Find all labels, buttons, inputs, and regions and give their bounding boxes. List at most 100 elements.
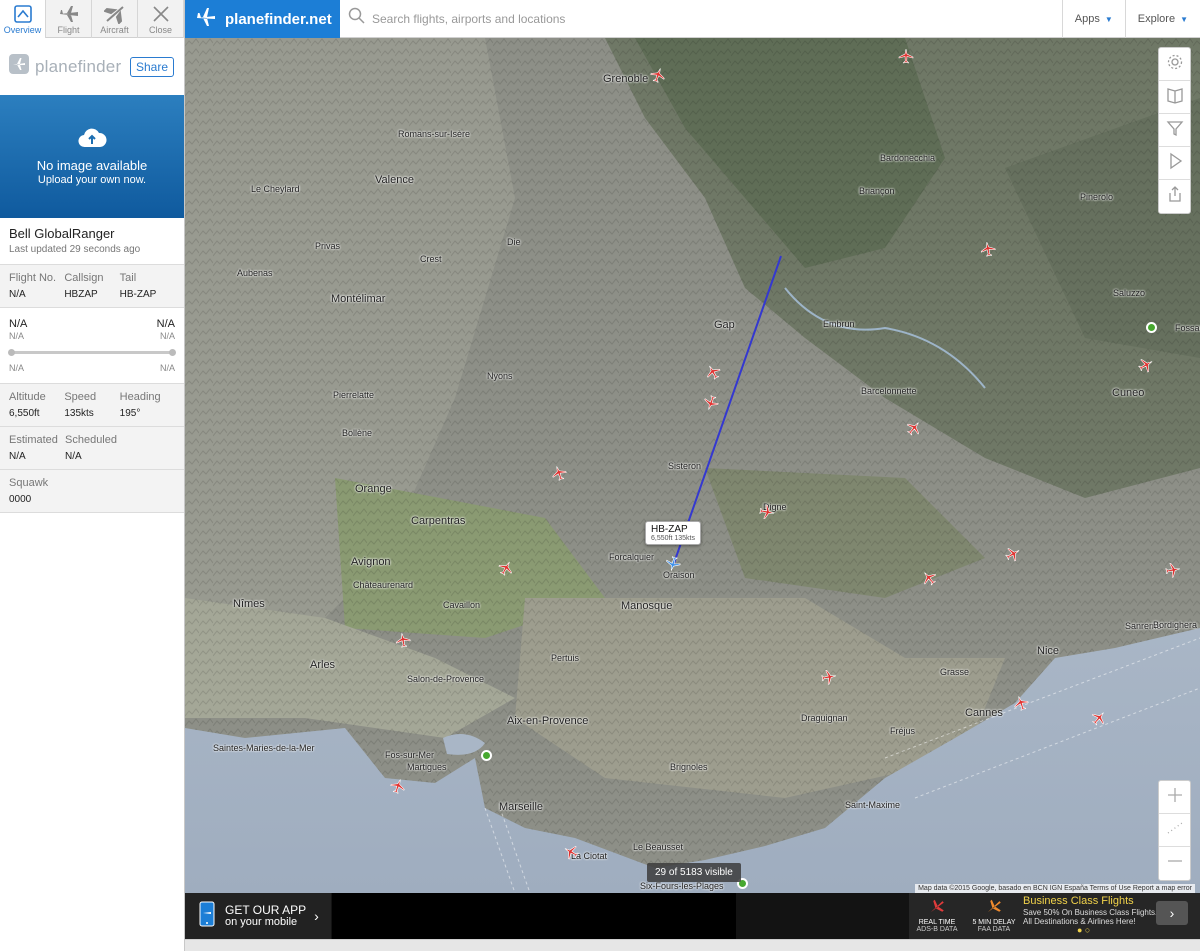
speed-cell: Speed 135kts bbox=[64, 391, 119, 419]
map-place-label: Saintes-Maries-de-la-Mer bbox=[213, 743, 315, 753]
real-time-label: REAL TIME bbox=[918, 919, 956, 926]
aircraft-marker-icon[interactable] bbox=[898, 48, 914, 64]
origin-code: N/A bbox=[9, 318, 28, 330]
map-place-label: Carpentras bbox=[411, 515, 466, 527]
ad-slot bbox=[332, 893, 736, 939]
delay-label: 5 MIN DELAY bbox=[972, 919, 1016, 926]
map-place-label: Gap bbox=[714, 319, 735, 331]
settings-button[interactable] bbox=[1159, 48, 1190, 81]
zoom-in-button[interactable] bbox=[1159, 781, 1190, 814]
top-header: planefinder.net Search flights, airports… bbox=[185, 0, 1200, 38]
tab-flight[interactable]: Flight bbox=[46, 0, 92, 38]
aircraft-image-placeholder[interactable]: No image available Upload your own now. bbox=[0, 95, 184, 218]
tab-close[interactable]: Close bbox=[138, 0, 184, 38]
zoom-out-button[interactable] bbox=[1159, 847, 1190, 880]
aircraft-marker-icon[interactable] bbox=[394, 631, 413, 650]
squawk-section: Squawk 0000 bbox=[0, 469, 184, 513]
map-place-label: Grasse bbox=[940, 667, 970, 677]
aircraft-marker-icon[interactable] bbox=[1164, 561, 1183, 580]
estimated-value: N/A bbox=[9, 451, 26, 462]
minus-icon bbox=[1166, 852, 1184, 875]
business-class-ad[interactable]: REAL TIME ADS-B DATA 5 MIN DELAY FAA DAT… bbox=[909, 893, 1200, 939]
ad-next-button[interactable]: › bbox=[1156, 901, 1188, 925]
book-icon bbox=[1166, 86, 1184, 109]
tail-cell: Tail HB-ZAP bbox=[120, 272, 175, 300]
get-app-title: GET OUR APP bbox=[225, 903, 307, 917]
playback-button[interactable] bbox=[1159, 147, 1190, 180]
map-place-label: Crest bbox=[420, 254, 442, 264]
id-section: Flight No. N/A Callsign HBZAP Tail HB-ZAP bbox=[0, 264, 184, 307]
tab-aircraft[interactable]: Aircraft bbox=[92, 0, 138, 38]
aircraft-marker-icon[interactable] bbox=[979, 240, 998, 259]
aircraft-marker-icon[interactable] bbox=[820, 668, 839, 687]
plane-red-icon bbox=[927, 899, 947, 919]
altitude-label: Altitude bbox=[9, 391, 46, 403]
map-place-label: Châteaurenard bbox=[353, 580, 414, 590]
real-time-badge: REAL TIME ADS-B DATA bbox=[909, 897, 965, 933]
flight-no-value: N/A bbox=[9, 289, 26, 300]
map-place-label: Valence bbox=[375, 174, 414, 186]
search-bar[interactable]: Search flights, airports and locations bbox=[340, 0, 1062, 37]
chevron-down-icon: ▼ bbox=[1180, 14, 1188, 24]
share-icon bbox=[1166, 185, 1184, 208]
times-section: Estimated N/A Scheduled N/A bbox=[0, 426, 184, 469]
map-place-label: Romans-sur-Isère bbox=[398, 129, 471, 139]
airport-marker-icon[interactable] bbox=[1146, 322, 1157, 333]
estimated-cell: Estimated N/A bbox=[9, 434, 65, 462]
share-button[interactable]: Share bbox=[129, 57, 174, 77]
aircraft-marker-icon[interactable] bbox=[758, 503, 777, 522]
map-place-label: Fos-sur-Mer bbox=[385, 750, 434, 760]
map-place-label: Cavaillon bbox=[443, 600, 481, 610]
map-place-label: Brignoles bbox=[670, 762, 708, 772]
upload-link[interactable]: Upload your own now. bbox=[38, 174, 146, 186]
squawk-label: Squawk bbox=[9, 477, 49, 489]
ad-title: Business Class Flights bbox=[1023, 895, 1134, 907]
filter-button[interactable] bbox=[1159, 114, 1190, 147]
map-place-label: Cannes bbox=[965, 707, 1003, 719]
selected-flight-label[interactable]: HB-ZAP 6,550ft 135kts bbox=[645, 521, 701, 545]
search-input[interactable]: Search flights, airports and locations bbox=[372, 12, 565, 26]
map-place-label: Cuneo bbox=[1112, 387, 1145, 399]
tab-overview[interactable]: Overview bbox=[0, 0, 46, 38]
map-layers-button[interactable] bbox=[1159, 81, 1190, 114]
tab-flight-label: Flight bbox=[57, 25, 80, 35]
overview-icon bbox=[10, 3, 36, 25]
explore-menu[interactable]: Explore ▼ bbox=[1124, 0, 1200, 38]
map-place-label: Pierrelatte bbox=[333, 390, 375, 400]
aircraft-icon bbox=[102, 3, 128, 25]
map-place-label: Fréjus bbox=[890, 726, 916, 736]
planefinder-home-link[interactable]: planefinder.net bbox=[185, 0, 340, 38]
tab-aircraft-label: Aircraft bbox=[100, 25, 129, 35]
planefinder-logo-icon bbox=[9, 54, 29, 79]
altitude-cell: Altitude 6,550ft bbox=[9, 391, 64, 419]
zoom-slider[interactable] bbox=[1159, 814, 1190, 847]
map-place-label: Manosque bbox=[621, 600, 673, 612]
map-place-label: Fossano bbox=[1175, 323, 1200, 333]
delay-badge: 5 MIN DELAY FAA DATA bbox=[966, 897, 1022, 933]
map-place-label: Briançon bbox=[859, 186, 895, 196]
map-place-label: Embrun bbox=[823, 319, 855, 329]
carousel-dots[interactable]: ● ○ bbox=[1077, 925, 1090, 935]
share-map-button[interactable] bbox=[1159, 180, 1190, 213]
destination-dot bbox=[169, 349, 176, 356]
map-attribution[interactable]: Map data ©2015 Google, basado en BCN IGN… bbox=[915, 884, 1195, 893]
performance-section: Altitude 6,550ft Speed 135kts Heading 195° bbox=[0, 383, 184, 426]
destination-time: N/A bbox=[159, 363, 175, 373]
get-app-banner[interactable]: GET OUR APP on your mobile › bbox=[185, 893, 331, 939]
airport-marker-icon[interactable] bbox=[481, 750, 492, 761]
bottom-ad-bar: GET OUR APP on your mobile › REAL TIME AD… bbox=[185, 893, 1200, 939]
callsign-value: HBZAP bbox=[64, 289, 98, 300]
flight-map[interactable]: Grenoble Valence Romans-sur-Isère Le Cheyla… bbox=[185, 38, 1200, 893]
visible-count: 29 of 5183 visible bbox=[647, 863, 741, 882]
flight-no-cell: Flight No. N/A bbox=[9, 272, 64, 300]
apps-menu[interactable]: Apps ▼ bbox=[1061, 0, 1125, 38]
scheduled-value: N/A bbox=[65, 451, 82, 462]
speed-label: Speed bbox=[64, 391, 97, 403]
map-place-label: Montélimar bbox=[331, 293, 386, 305]
map-place-label: Nyons bbox=[487, 371, 513, 381]
tab-close-label: Close bbox=[148, 25, 172, 35]
map-place-label: Le Beausset bbox=[633, 842, 684, 852]
dotted-line-icon bbox=[1166, 819, 1184, 842]
map-place-label: Die bbox=[507, 237, 521, 247]
plane-orange-icon bbox=[984, 899, 1004, 919]
